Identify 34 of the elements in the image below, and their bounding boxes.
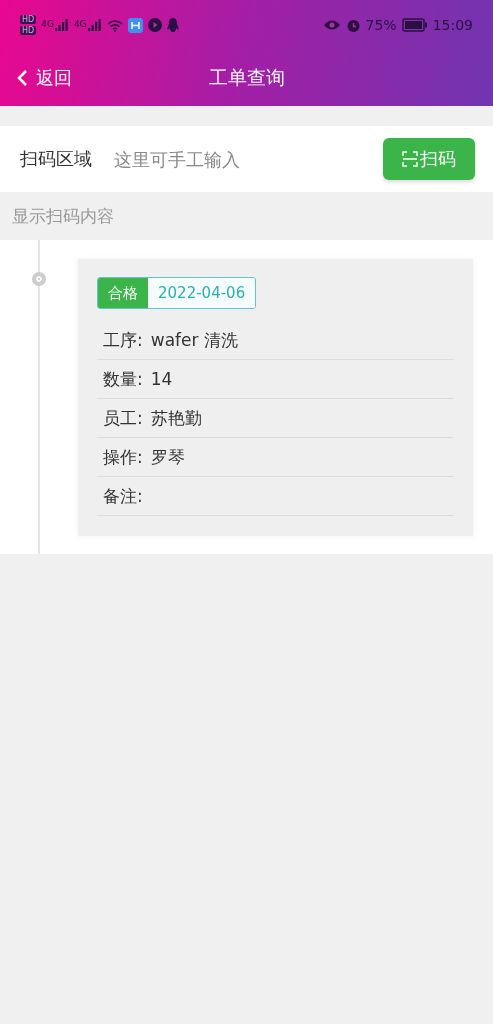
- wifi-icon: [106, 18, 123, 32]
- field-label: 操作:: [103, 445, 143, 469]
- date-tag: 2022-04-06: [148, 278, 256, 308]
- network-label: 4G: [73, 19, 87, 29]
- battery-icon: [401, 18, 428, 32]
- field-label: 员工:: [103, 406, 143, 430]
- field-value: 14: [150, 369, 173, 389]
- section-heading: 显示扫码内容: [11, 204, 115, 228]
- penguin-icon: [166, 17, 179, 33]
- page-title: 工单查询: [208, 65, 285, 90]
- battery-percent: 75%: [365, 17, 397, 33]
- timeline-dot: [32, 272, 46, 286]
- scan-button[interactable]: 扫码: [383, 138, 475, 180]
- network-label: 4G: [41, 19, 54, 29]
- chevron-left-icon: [16, 69, 28, 87]
- field-label: 工序:: [103, 328, 143, 352]
- field-value: 罗琴: [150, 445, 185, 469]
- status-tag: 合格: [98, 278, 148, 308]
- field-label: 扫码区域: [20, 147, 92, 171]
- field-value: 苏艳勤: [150, 406, 202, 430]
- field-value: wafer 清洗: [150, 328, 238, 352]
- sim-label: HD: [20, 15, 37, 24]
- scan-icon: [402, 151, 418, 167]
- clock-time: 15:09: [432, 17, 473, 33]
- play-icon: [147, 18, 162, 32]
- app-icon: [127, 17, 143, 33]
- back-button[interactable]: 返回: [16, 66, 72, 90]
- eye-icon: [322, 19, 341, 31]
- alarm-icon: [345, 17, 361, 33]
- field-label: 数量:: [103, 367, 143, 391]
- signal-icon: [54, 19, 69, 31]
- sim-label: HD: [20, 26, 37, 35]
- signal-icon: [87, 19, 102, 31]
- field-label: 备注:: [103, 484, 143, 508]
